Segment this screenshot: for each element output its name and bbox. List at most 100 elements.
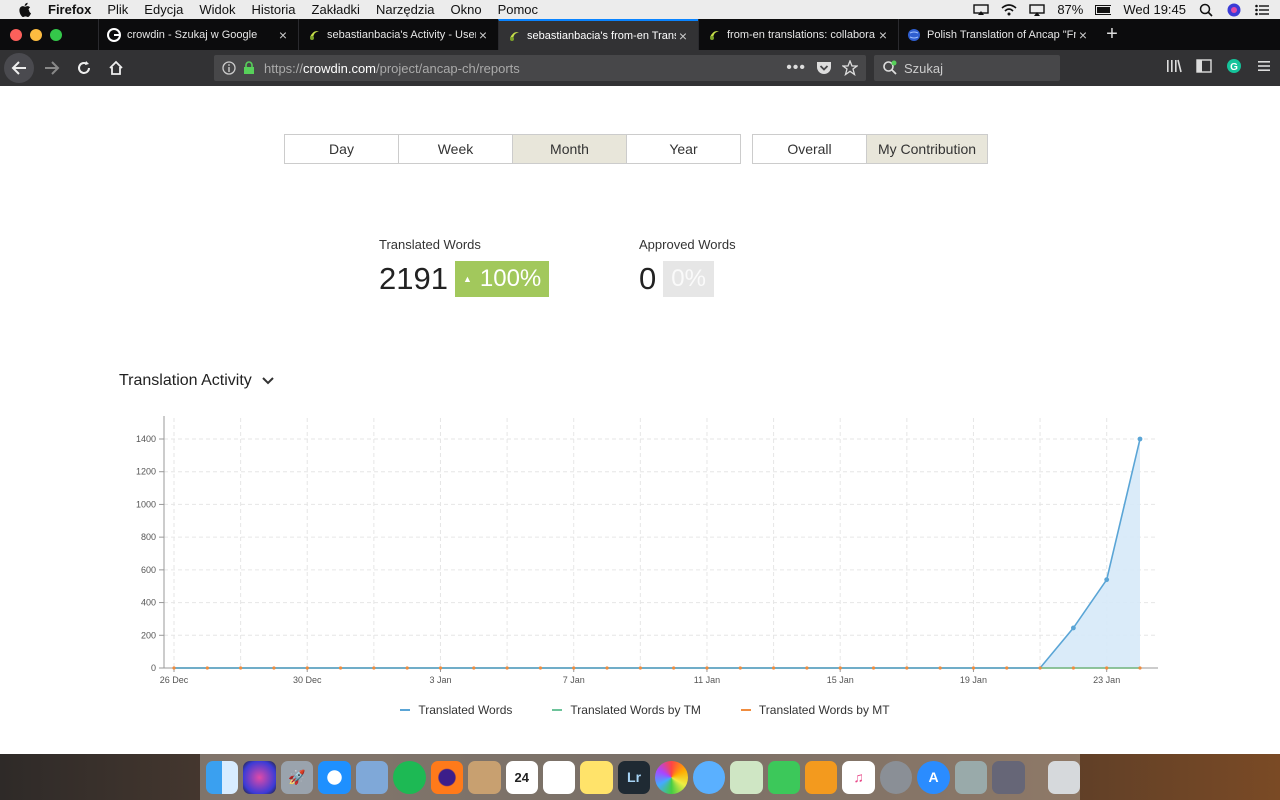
mt-data-point[interactable]	[405, 666, 409, 670]
mt-data-point[interactable]	[605, 666, 609, 670]
mt-data-point[interactable]	[1071, 666, 1075, 670]
minimize-window-button[interactable]	[30, 28, 42, 41]
notes-icon[interactable]	[580, 760, 613, 794]
tab-collaboration[interactable]: from-en translations: collabora ×	[698, 19, 898, 50]
search-bar[interactable]: Szukaj	[874, 55, 1060, 81]
menu-historia[interactable]: Historia	[251, 2, 295, 17]
display-mirror-icon[interactable]	[1029, 3, 1046, 17]
mt-data-point[interactable]	[905, 666, 909, 670]
close-window-button[interactable]	[10, 28, 22, 41]
mt-data-point[interactable]	[472, 666, 476, 670]
mt-data-point[interactable]	[838, 666, 842, 670]
close-tab-icon[interactable]: ×	[676, 28, 690, 44]
mt-data-point[interactable]	[438, 666, 443, 670]
system-preferences-icon[interactable]	[879, 760, 913, 794]
contacts-icon[interactable]	[468, 760, 501, 794]
firefox-icon[interactable]	[430, 760, 464, 794]
mt-data-point[interactable]	[572, 666, 576, 670]
lightroom-icon[interactable]: Lr	[617, 760, 651, 794]
zoom-window-button[interactable]	[50, 28, 62, 41]
mt-data-point[interactable]	[1005, 666, 1009, 670]
translated-data-point[interactable]	[1070, 625, 1076, 631]
safari-icon[interactable]	[318, 760, 351, 794]
spotlight-search-icon[interactable]	[1198, 3, 1214, 17]
itunes-icon[interactable]: ♫	[842, 760, 875, 794]
home-button[interactable]	[102, 54, 130, 82]
legend-item-translated[interactable]: Translated Words	[400, 703, 512, 717]
mt-data-point[interactable]	[871, 666, 876, 670]
mt-data-point[interactable]	[1105, 666, 1109, 670]
menu-plik[interactable]: Plik	[107, 2, 128, 17]
photos-icon[interactable]	[655, 760, 688, 794]
address-bar[interactable]: https://crowdin.com/project/ancap-ch/rep…	[214, 55, 866, 81]
apple-icon[interactable]	[18, 2, 32, 18]
library-icon[interactable]	[1166, 59, 1182, 73]
legend-item-tm[interactable]: Translated Words by TM	[552, 703, 701, 717]
wifi-icon[interactable]	[1001, 3, 1017, 17]
scope-my-contribution-button[interactable]: My Contribution	[866, 134, 988, 164]
tab-google-search[interactable]: crowdin - Szukaj w Google ×	[98, 19, 298, 50]
mt-data-point[interactable]	[1038, 666, 1042, 670]
mt-data-point[interactable]	[805, 666, 809, 670]
mt-data-point[interactable]	[305, 666, 309, 670]
new-tab-button[interactable]: +	[1098, 19, 1126, 50]
reminders-icon[interactable]	[542, 760, 576, 794]
menu-pomoc[interactable]: Pomoc	[498, 2, 538, 17]
close-tab-icon[interactable]: ×	[1076, 27, 1090, 43]
back-button[interactable]	[4, 53, 34, 83]
trash-icon[interactable]	[1047, 760, 1081, 794]
mt-data-point[interactable]	[971, 666, 976, 670]
grammarly-icon[interactable]: G	[1226, 58, 1242, 74]
menu-icon[interactable]	[1256, 59, 1272, 73]
clock[interactable]: Wed 19:45	[1123, 2, 1186, 17]
mt-data-point[interactable]	[538, 666, 543, 670]
messages-icon[interactable]	[692, 760, 726, 794]
menu-narzedzia[interactable]: Narzędzia	[376, 2, 435, 17]
mt-data-point[interactable]	[771, 666, 776, 670]
mt-data-point[interactable]	[1138, 666, 1142, 670]
siri-icon[interactable]	[1226, 3, 1242, 17]
period-week-button[interactable]: Week	[398, 134, 513, 164]
reload-button[interactable]	[70, 54, 98, 82]
mt-data-point[interactable]	[239, 666, 243, 670]
url-text[interactable]: https://crowdin.com/project/ancap-ch/rep…	[264, 61, 520, 76]
app-store-icon[interactable]: A	[917, 760, 950, 794]
battery-icon[interactable]	[1095, 3, 1112, 17]
translation-activity-heading[interactable]: Translation Activity	[119, 372, 274, 390]
translated-data-point[interactable]	[1104, 577, 1110, 583]
calendar-icon[interactable]: 24	[505, 760, 538, 794]
mt-data-point[interactable]	[738, 666, 742, 670]
mt-data-point[interactable]	[338, 666, 343, 670]
close-tab-icon[interactable]: ×	[876, 27, 890, 43]
notification-center-icon[interactable]	[1254, 3, 1270, 17]
tab-user-activity[interactable]: sebastianbacia's Activity - User ×	[298, 19, 498, 50]
ibooks-icon[interactable]	[805, 760, 838, 794]
forward-button[interactable]	[38, 54, 66, 82]
launchpad-icon[interactable]: 🚀	[280, 760, 314, 794]
period-year-button[interactable]: Year	[626, 134, 741, 164]
legend-item-mt[interactable]: Translated Words by MT	[740, 703, 890, 717]
menu-widok[interactable]: Widok	[199, 2, 235, 17]
mt-data-point[interactable]	[205, 666, 209, 670]
lock-icon[interactable]	[242, 61, 256, 75]
xcode-tools-icon[interactable]	[954, 760, 988, 794]
scope-overall-button[interactable]: Overall	[752, 134, 867, 164]
mt-data-point[interactable]	[172, 666, 176, 670]
screen-icon[interactable]	[992, 760, 1025, 794]
menu-okno[interactable]: Okno	[450, 2, 481, 17]
tab-reports-active[interactable]: sebastianbacia's from-en Trans ×	[498, 19, 698, 50]
info-icon[interactable]	[222, 61, 236, 75]
close-tab-icon[interactable]: ×	[276, 27, 290, 43]
preview-icon[interactable]	[355, 760, 389, 794]
facetime-icon[interactable]	[767, 760, 800, 794]
mt-data-point[interactable]	[672, 666, 676, 670]
finder-icon[interactable]	[206, 760, 239, 794]
chevron-down-icon[interactable]	[262, 377, 274, 385]
siri-app-icon[interactable]	[243, 760, 276, 794]
period-day-button[interactable]: Day	[284, 134, 399, 164]
menu-zakladki[interactable]: Zakładki	[312, 2, 360, 17]
tab-polish-translation[interactable]: Polish Translation of Ancap "Fr ×	[898, 19, 1098, 50]
translated-data-point[interactable]	[1137, 436, 1143, 442]
mt-data-point[interactable]	[372, 666, 376, 670]
pocket-icon[interactable]	[816, 61, 832, 75]
